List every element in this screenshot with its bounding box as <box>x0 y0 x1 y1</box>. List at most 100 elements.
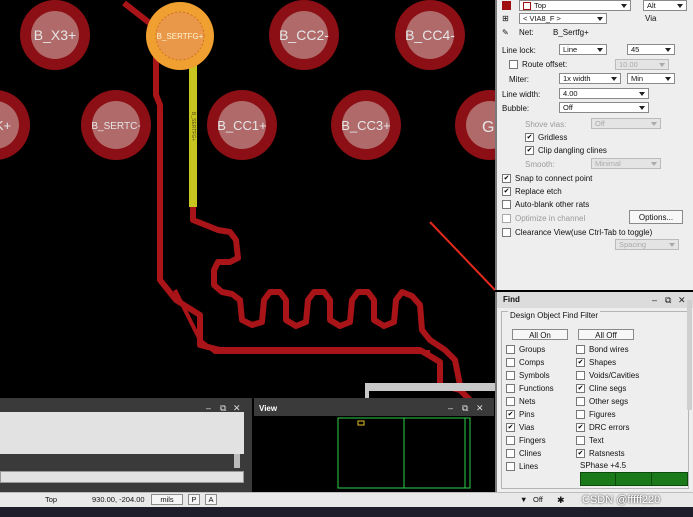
smooth-dropdown[interactable]: Minimal <box>591 158 661 169</box>
find-filter-right-item-checkbox[interactable]: ✔ <box>576 423 585 432</box>
find-filter-left-item-checkbox[interactable] <box>506 397 515 406</box>
find-filter-right-item-8[interactable]: ✔ Ratsnests <box>576 449 625 458</box>
restore-icon[interactable]: ⧉ <box>665 295 671 306</box>
find-filter-right-item-checkbox[interactable] <box>576 397 585 406</box>
find-filter-right-item-checkbox[interactable] <box>576 436 585 445</box>
pad-b-cc2[interactable]: B_CC2- <box>269 0 339 70</box>
find-filter-left-item-checkbox[interactable]: ✔ <box>506 410 515 419</box>
auto-blank-checkbox[interactable] <box>502 200 511 209</box>
pad-b-cc4[interactable]: B_CC4- <box>395 0 465 70</box>
miter-mode-dropdown[interactable]: Min <box>627 73 675 84</box>
find-filter-left-item-5[interactable]: ✔ Pins <box>506 410 535 419</box>
via-label: Via <box>645 14 657 23</box>
pad-b-sertc[interactable]: B_SERTC- <box>81 90 151 160</box>
clearance-view-row[interactable]: Clearance View(use Ctrl-Tab to toggle) <box>502 228 652 237</box>
find-filter-left-item-9[interactable]: Lines <box>506 462 538 471</box>
net-value: B_Sertfg+ <box>553 28 589 37</box>
minimize-icon[interactable]: – <box>652 295 657 305</box>
find-scrollbar[interactable] <box>687 300 692 410</box>
via-dropdown[interactable]: < VIA8_F > <box>519 13 607 24</box>
gridless-checkbox[interactable]: ✔ <box>525 133 534 142</box>
find-filter-left-item-2[interactable]: Symbols <box>506 371 550 380</box>
view-minimize-icon[interactable]: – <box>448 403 453 413</box>
command-output-area[interactable] <box>0 412 244 454</box>
shove-vias-dropdown[interactable]: Off <box>591 118 661 129</box>
pad-b-cc1[interactable]: B_CC1+ <box>207 90 277 160</box>
find-filter-left-item-checkbox[interactable] <box>506 345 515 354</box>
find-filter-right-item-checkbox[interactable] <box>576 371 585 380</box>
find-filter-right-item-1[interactable]: ✔ Shapes <box>576 358 616 367</box>
route-offset-dropdown[interactable]: 10.00 <box>615 59 669 70</box>
line-width-dropdown[interactable]: 4.00 <box>559 88 649 99</box>
find-filter-right-item-5[interactable]: Figures <box>576 410 616 419</box>
find-filter-right-item-checkbox[interactable]: ✔ <box>576 384 585 393</box>
filter-icon[interactable]: ▼ <box>520 495 527 504</box>
replace-etch-row[interactable]: ✔ Replace etch <box>502 187 562 196</box>
find-filter-right-item-3[interactable]: ✔ Cline segs <box>576 384 626 393</box>
view-minimap[interactable] <box>254 416 494 492</box>
gridless-row[interactable]: ✔ Gridless <box>525 133 567 142</box>
find-filter-left-item-7[interactable]: Fingers <box>506 436 546 445</box>
find-filter-left-item-checkbox[interactable] <box>506 371 515 380</box>
miter-label: Miter: <box>509 75 529 84</box>
find-filter-right-item-checkbox[interactable] <box>576 345 585 354</box>
layer-color-swatch[interactable] <box>502 1 511 10</box>
find-filter-left-item-4[interactable]: Nets <box>506 397 535 406</box>
layer-dropdown[interactable]: Top <box>519 0 631 11</box>
find-filter-right-item-checkbox[interactable]: ✔ <box>576 358 585 367</box>
find-filter-right-item-checkbox[interactable] <box>576 410 585 419</box>
line-lock-dropdown[interactable]: Line <box>559 44 607 55</box>
tools-icon[interactable]: ✱ <box>557 495 565 506</box>
pad-b-sertfg-highlighted[interactable]: B_SERTFG+ <box>146 2 214 70</box>
find-filter-left-item-checkbox[interactable] <box>506 449 515 458</box>
find-filter-left-item-checkbox[interactable] <box>506 358 515 367</box>
auto-blank-row[interactable]: Auto-blank other rats <box>502 200 589 209</box>
pad-b-cc3[interactable]: B_CC3+ <box>331 90 401 160</box>
cmd-scrollbar[interactable] <box>234 454 240 468</box>
find-filter-right-item-7[interactable]: Text <box>576 436 604 445</box>
a-button[interactable]: A <box>205 494 217 505</box>
route-offset-checkbox[interactable] <box>509 60 518 69</box>
line-lock-angle-dropdown[interactable]: 45 <box>627 44 675 55</box>
view-restore-icon[interactable]: ⧉ <box>462 403 468 414</box>
bubble-dropdown[interactable]: Off <box>559 102 649 113</box>
find-filter-right-item-label: Text <box>589 436 604 445</box>
snap-checkbox[interactable]: ✔ <box>502 174 511 183</box>
units-button[interactable]: mils <box>151 494 183 505</box>
miter-dropdown[interactable]: 1x width <box>559 73 621 84</box>
find-filter-right-item-checkbox[interactable]: ✔ <box>576 449 585 458</box>
route-offset-row[interactable]: Route offset: <box>509 60 567 69</box>
command-input[interactable] <box>0 471 244 483</box>
find-filter-left-item-checkbox[interactable] <box>506 436 515 445</box>
all-on-button[interactable]: All On <box>512 329 568 340</box>
clip-dangling-checkbox[interactable]: ✔ <box>525 146 534 155</box>
find-filter-left-item-1[interactable]: Comps <box>506 358 544 367</box>
find-filter-left-item-checkbox[interactable] <box>506 462 515 471</box>
find-filter-left-item-checkbox[interactable]: ✔ <box>506 423 515 432</box>
clearance-view-checkbox[interactable] <box>502 228 511 237</box>
find-filter-right-item-0[interactable]: Bond wires <box>576 345 629 354</box>
find-filter-left-item-checkbox[interactable] <box>506 384 515 393</box>
find-filter-right-item-2[interactable]: Voids/Cavities <box>576 371 639 380</box>
find-filter-left-item-3[interactable]: Functions <box>506 384 554 393</box>
optimize-row[interactable]: Optimize in channel <box>502 214 585 223</box>
find-filter-right-item-4[interactable]: Other segs <box>576 397 628 406</box>
replace-etch-checkbox[interactable]: ✔ <box>502 187 511 196</box>
clip-dangling-row[interactable]: ✔ Clip dangling clines <box>525 146 607 155</box>
all-off-button[interactable]: All Off <box>578 329 634 340</box>
net-icon: ✎ <box>502 28 509 37</box>
spacing-dropdown[interactable]: Spacing <box>615 239 679 250</box>
find-filter-left-item-6[interactable]: ✔ Vias <box>506 423 534 432</box>
find-filter-left-item-8[interactable]: Clines <box>506 449 541 458</box>
snap-row[interactable]: ✔ Snap to connect point <box>502 174 592 183</box>
alt-layer-dropdown[interactable]: Alt <box>643 0 687 11</box>
p-button[interactable]: P <box>188 494 200 505</box>
pad-b-x3[interactable]: B_X3+ <box>20 0 90 70</box>
close-icon[interactable]: ✕ <box>678 295 686 306</box>
find-filter-left-item-0[interactable]: Groups <box>506 345 545 354</box>
find-filter-right-item-label: Ratsnests <box>589 449 625 458</box>
view-close-icon[interactable]: ✕ <box>476 403 484 414</box>
find-filter-right-item-6[interactable]: ✔ DRC errors <box>576 423 629 432</box>
options-button[interactable]: Options... <box>629 210 683 224</box>
optimize-checkbox[interactable] <box>502 214 511 223</box>
